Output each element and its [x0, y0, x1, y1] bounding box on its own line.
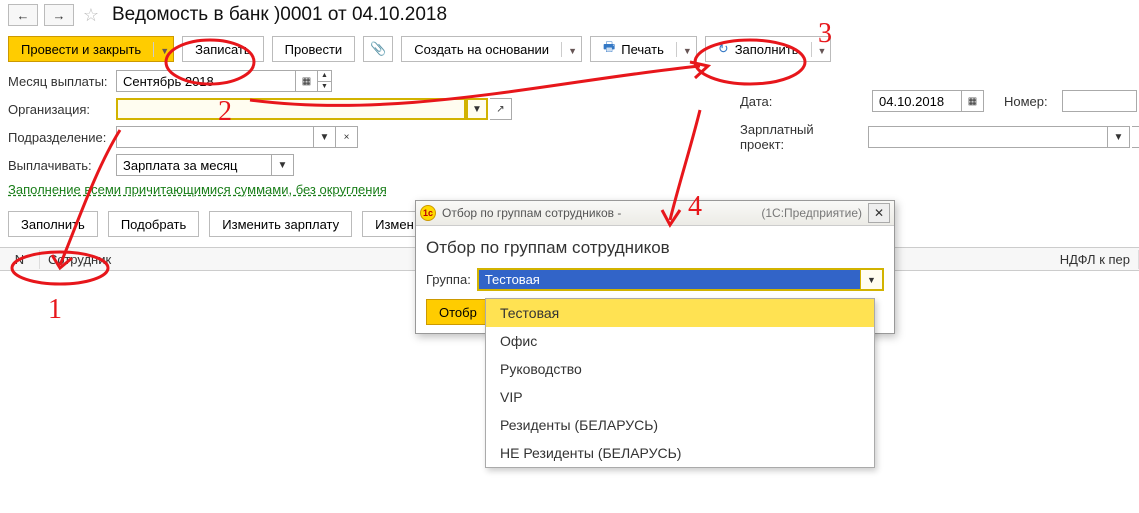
annotation-1: 1	[48, 294, 62, 325]
printer-icon: 🖶	[603, 38, 615, 60]
create-basis-button[interactable]: Создать на основании ▼	[401, 36, 582, 62]
fill-button[interactable]: Заполнить	[8, 211, 98, 237]
organization-open-button[interactable]: ↗	[490, 98, 512, 120]
pick-button[interactable]: Подобрать	[108, 211, 199, 237]
pay-label: Выплачивать:	[8, 158, 108, 173]
print-button[interactable]: 🖶 Печать ▼	[590, 36, 697, 62]
month-picker-button[interactable]: ▦	[296, 70, 318, 92]
nav-back-button[interactable]: ←	[8, 4, 38, 26]
chevron-down-icon: ▼	[683, 46, 692, 56]
number-input[interactable]	[1062, 90, 1137, 112]
project-dropdown-button[interactable]: ▼	[1108, 126, 1130, 148]
group-option[interactable]: Тестовая	[486, 299, 874, 327]
date-input[interactable]	[872, 90, 962, 112]
month-label: Месяц выплаты:	[8, 74, 108, 89]
post-and-close-button[interactable]: Провести и закрыть ▼	[8, 36, 174, 62]
refresh-icon: ↻	[718, 41, 729, 57]
pay-dropdown-button[interactable]: ▼	[272, 154, 294, 176]
project-label: Зарплатный проект:	[740, 122, 860, 152]
paperclip-icon: 📎	[370, 41, 386, 57]
chevron-down-icon: ▼	[568, 46, 577, 56]
group-option[interactable]: НЕ Резиденты (БЕЛАРУСЬ)	[486, 439, 874, 467]
page-title: Ведомость в банк )0001 от 04.10.2018	[112, 4, 447, 26]
org-label: Организация:	[8, 102, 108, 117]
group-combobox[interactable]: Тестовая ▼	[477, 268, 884, 291]
group-dropdown-list: Тестовая Офис Руководство VIP Резиденты …	[485, 298, 875, 468]
dialog-heading: Отбор по группам сотрудников	[426, 238, 884, 258]
project-input[interactable]	[868, 126, 1108, 148]
organization-dropdown-button[interactable]: ▼	[466, 98, 488, 120]
organization-input[interactable]	[116, 98, 466, 120]
attach-button[interactable]: 📎	[363, 36, 393, 62]
post-and-close-label: Провести и закрыть	[21, 42, 141, 57]
group-dropdown-toggle[interactable]: ▼	[860, 270, 882, 289]
dialog-title: Отбор по группам сотрудников -	[442, 206, 755, 220]
pay-input[interactable]	[116, 154, 272, 176]
select-button[interactable]: Отобр	[426, 299, 490, 325]
group-label: Группа:	[426, 272, 471, 287]
save-button[interactable]: Записать	[182, 36, 264, 62]
chevron-down-icon: ▼	[818, 46, 827, 56]
dialog-close-button[interactable]: ✕	[868, 203, 890, 223]
month-step-up[interactable]: ▲	[318, 71, 331, 81]
subdivision-input[interactable]	[116, 126, 314, 148]
calendar-icon: ▦	[302, 76, 311, 87]
chevron-down-icon: ▼	[160, 46, 169, 56]
col-n: N	[0, 250, 40, 269]
change-salary-button[interactable]: Изменить зарплату	[209, 211, 352, 237]
fill-settings-link[interactable]: Заполнение всеми причитающимися суммами,…	[8, 182, 387, 197]
favorite-star-icon[interactable]: ☆	[80, 5, 102, 26]
month-step-down[interactable]: ▼	[318, 81, 331, 92]
number-label: Номер:	[1004, 94, 1054, 109]
post-button[interactable]: Провести	[272, 36, 356, 62]
close-icon: ✕	[874, 206, 884, 220]
group-option[interactable]: Руководство	[486, 355, 874, 383]
subdiv-label: Подразделение:	[8, 130, 108, 145]
date-label: Дата:	[740, 94, 860, 109]
dialog-platform: (1С:Предприятие)	[761, 206, 862, 220]
project-open-button[interactable]: ↗	[1132, 126, 1139, 148]
month-input[interactable]	[116, 70, 296, 92]
subdivision-dropdown-button[interactable]: ▼	[314, 126, 336, 148]
col-ndfl: НДФЛ к пер	[1052, 250, 1139, 269]
nav-forward-button[interactable]: →	[44, 4, 74, 26]
group-selected-value: Тестовая	[479, 270, 860, 289]
subdivision-clear-button[interactable]: ×	[336, 126, 358, 148]
app-1c-icon: 1c	[420, 205, 436, 221]
date-picker-button[interactable]: ▦	[962, 90, 984, 112]
group-option[interactable]: Резиденты (БЕЛАРУСЬ)	[486, 411, 874, 439]
group-option[interactable]: Офис	[486, 327, 874, 355]
fill-toolbar-button[interactable]: ↻ Заполнить ▼	[705, 36, 832, 62]
group-option[interactable]: VIP	[486, 383, 874, 411]
